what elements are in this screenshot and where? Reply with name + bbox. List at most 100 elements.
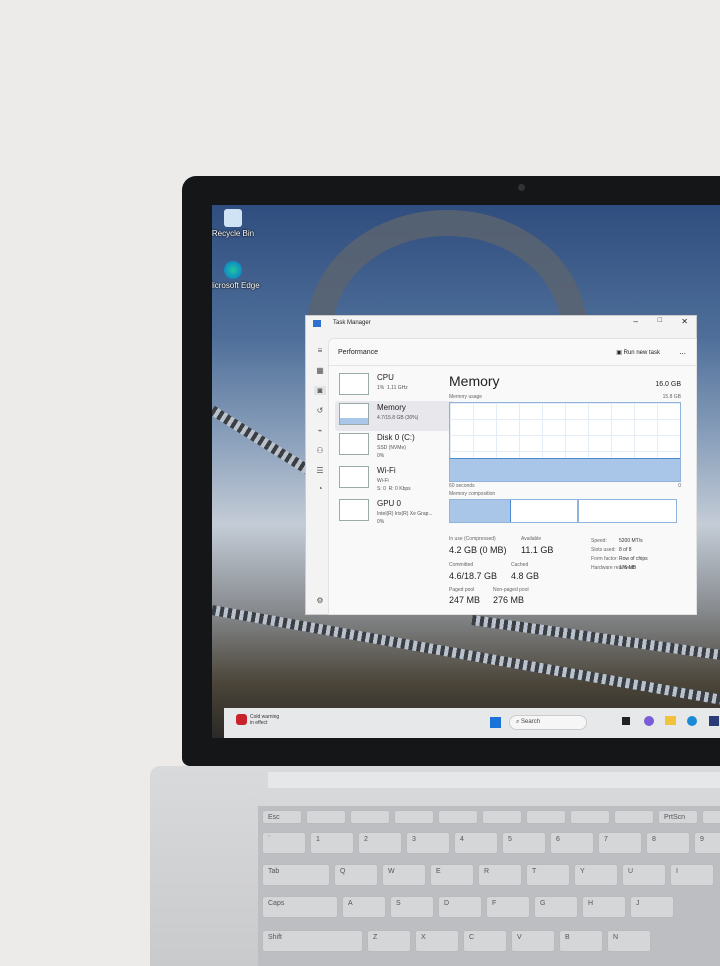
key[interactable]: Shift: [262, 930, 363, 952]
key[interactable]: 4: [454, 832, 498, 854]
key[interactable]: D: [438, 896, 482, 918]
key[interactable]: C: [463, 930, 507, 952]
slots-value: 8 of 8: [619, 547, 632, 553]
window-title: Task Manager: [333, 320, 371, 326]
wifi-thumbnail: [339, 466, 369, 488]
key[interactable]: E: [430, 864, 474, 886]
key[interactable]: 2: [358, 832, 402, 854]
zero-label: 0: [678, 483, 681, 489]
key[interactable]: W: [382, 864, 426, 886]
settings-icon[interactable]: ⚙: [314, 596, 326, 605]
webcam: [518, 184, 525, 191]
hamburger-menu-icon[interactable]: ≡: [314, 346, 326, 355]
speaker-grille: [268, 772, 720, 788]
key[interactable]: Caps: [262, 896, 338, 918]
hardware-reserved-value: 176 MB: [619, 565, 637, 571]
key[interactable]: [482, 810, 522, 824]
run-new-task-label: Run new task: [623, 350, 660, 356]
wallpaper-rail: [212, 605, 720, 706]
store-icon[interactable]: [709, 716, 719, 726]
key[interactable]: `: [262, 832, 306, 854]
key[interactable]: F: [486, 896, 530, 918]
key[interactable]: Y: [574, 864, 618, 886]
services-icon[interactable]: ◔: [314, 484, 326, 493]
file-explorer-icon[interactable]: [665, 716, 676, 725]
key[interactable]: X: [415, 930, 459, 952]
key[interactable]: 1: [310, 832, 354, 854]
key[interactable]: J: [630, 896, 674, 918]
edge-taskbar-icon[interactable]: [687, 716, 697, 726]
key[interactable]: [350, 810, 390, 824]
key[interactable]: G: [534, 896, 578, 918]
perf-item-wifi[interactable]: Wi-Fi Wi-Fi S: 0 R: 0 Kbps: [335, 464, 455, 494]
key[interactable]: 5: [502, 832, 546, 854]
performance-icon[interactable]: ◙: [314, 386, 326, 395]
taskbar-search[interactable]: ⌕ Search: [509, 715, 587, 730]
key[interactable]: B: [559, 930, 603, 952]
key[interactable]: Tab: [262, 864, 330, 886]
perf-item-cpu[interactable]: CPU 1% 1.11 GHz: [335, 371, 455, 401]
key[interactable]: H: [582, 896, 626, 918]
key[interactable]: [526, 810, 566, 824]
processes-icon[interactable]: ▦: [314, 366, 326, 375]
desktop-icon-edge[interactable]: Microsoft Edge: [212, 261, 262, 290]
key[interactable]: S: [390, 896, 434, 918]
key[interactable]: T: [526, 864, 570, 886]
key[interactable]: [702, 810, 720, 824]
wallpaper-rail: [471, 615, 720, 662]
item-sub: SSD (NVMe) 0%: [377, 445, 406, 459]
speed-label: Speed:: [591, 538, 607, 544]
key[interactable]: [306, 810, 346, 824]
item-name: Wi-Fi: [377, 466, 396, 475]
key[interactable]: N: [607, 930, 651, 952]
more-options-button[interactable]: ...: [679, 347, 686, 356]
app-history-icon[interactable]: ↺: [314, 406, 326, 415]
minimize-button[interactable]: –: [634, 317, 638, 326]
key[interactable]: [438, 810, 478, 824]
icon-label: Recycle Bin: [212, 229, 255, 238]
key[interactable]: Esc: [262, 810, 302, 824]
start-button[interactable]: [490, 717, 501, 728]
in-use-value: 4.2 GB (0 MB): [449, 545, 507, 555]
memory-composition-bar: [449, 499, 677, 523]
perf-item-memory[interactable]: Memory 4.7/15.8 GB (30%): [335, 401, 455, 431]
maximize-button[interactable]: □: [658, 317, 662, 324]
key[interactable]: R: [478, 864, 522, 886]
key[interactable]: 6: [550, 832, 594, 854]
key[interactable]: 3: [406, 832, 450, 854]
weather-widget[interactable]: Cold warning in effect: [250, 714, 279, 726]
close-button[interactable]: ✕: [681, 317, 688, 326]
key[interactable]: 8: [646, 832, 690, 854]
section-title: Performance: [338, 349, 379, 356]
key[interactable]: Q: [334, 864, 378, 886]
keyboard: Esc PrtScn ` 1 2 3 4 5 6 7 8 9 Tab Q W E R T Y U I Caps A S D F G H…: [258, 806, 720, 966]
key[interactable]: 7: [598, 832, 642, 854]
users-icon[interactable]: ⚇: [314, 446, 326, 455]
available-label: Available: [521, 536, 542, 542]
nonpaged-pool-value: 276 MB: [493, 595, 525, 605]
form-factor-label: Form factor:: [591, 556, 618, 562]
task-view-icon[interactable]: [622, 717, 630, 725]
memory-usage-graph: [449, 402, 681, 482]
performance-panel: Performance ▣ Run new task ... CPU 1% 1.1…: [328, 338, 697, 615]
key[interactable]: A: [342, 896, 386, 918]
key[interactable]: [614, 810, 654, 824]
key[interactable]: [570, 810, 610, 824]
key[interactable]: PrtScn: [658, 810, 698, 824]
key[interactable]: [394, 810, 434, 824]
run-new-task-button[interactable]: ▣ Run new task: [616, 349, 660, 356]
key[interactable]: I: [670, 864, 714, 886]
startup-apps-icon[interactable]: ⌁: [314, 426, 326, 435]
search-label: Search: [521, 719, 541, 725]
gpu-thumbnail: [339, 499, 369, 521]
details-icon[interactable]: ☰: [314, 466, 326, 475]
copilot-icon[interactable]: [644, 716, 654, 726]
perf-item-gpu[interactable]: GPU 0 Intel(R) Iris(R) Xe Grap... 0%: [335, 497, 455, 527]
perf-item-disk[interactable]: Disk 0 (C:) SSD (NVMe) 0%: [335, 431, 455, 461]
key[interactable]: 9: [694, 832, 720, 854]
desktop-icon-recycle-bin[interactable]: Recycle Bin: [212, 209, 262, 238]
key[interactable]: Z: [367, 930, 411, 952]
key[interactable]: U: [622, 864, 666, 886]
divider: [329, 365, 696, 366]
key[interactable]: V: [511, 930, 555, 952]
